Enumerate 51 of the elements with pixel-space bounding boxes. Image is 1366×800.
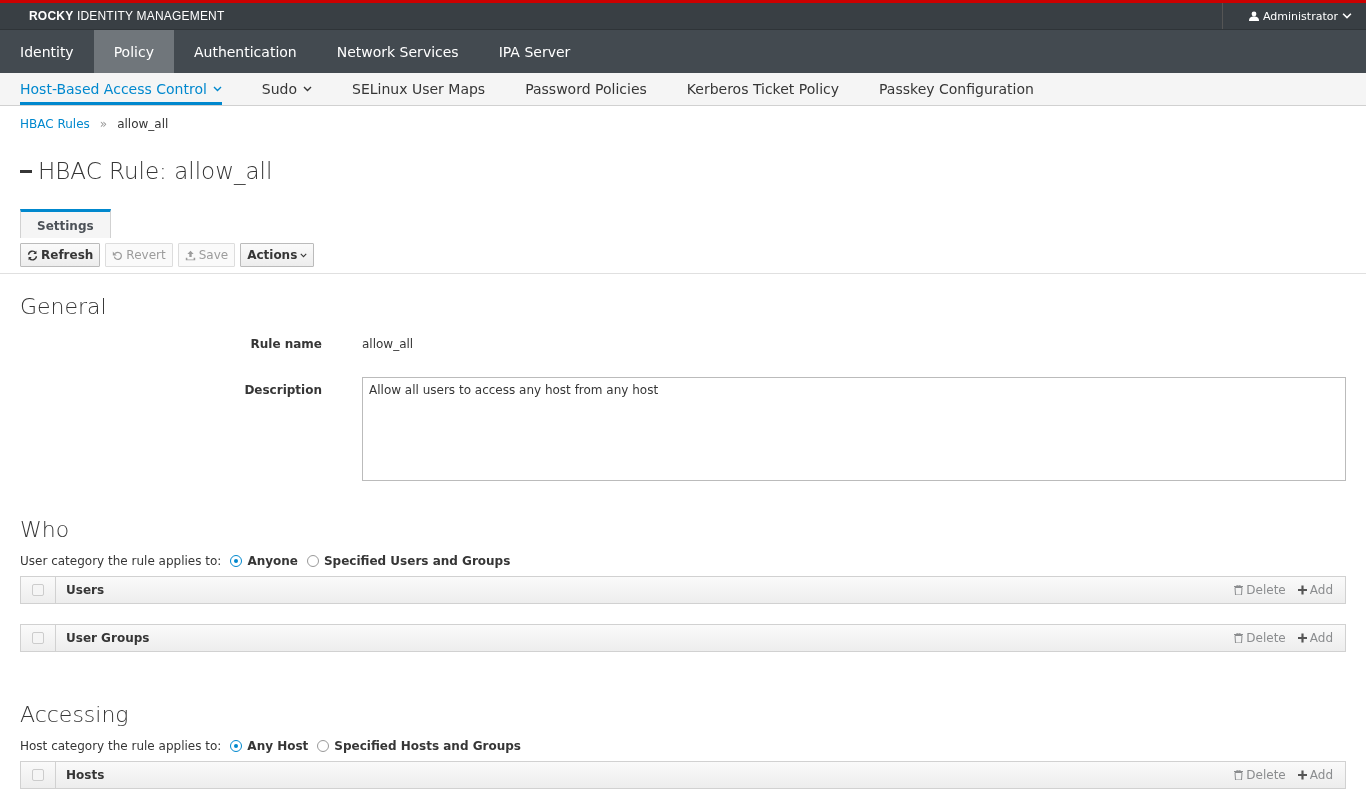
nav-tab[interactable]: IPA Server [478, 30, 591, 73]
nav-tab[interactable]: Authentication [173, 30, 317, 73]
refresh-button[interactable]: Refresh [20, 243, 101, 267]
nav-tab[interactable]: Identity [0, 30, 94, 73]
nav-tab[interactable]: Network Services [316, 30, 479, 73]
table-title: Hosts [66, 768, 106, 782]
brand-logo: ROCKY IDENTITY MANAGEMENT [29, 9, 225, 23]
trash-icon [1234, 770, 1244, 780]
breadcrumb-link[interactable]: HBAC Rules [20, 117, 90, 131]
subnav-tab[interactable]: SELinux User Maps [352, 73, 486, 105]
page-title: HBAC Rule: allow_all [38, 158, 273, 184]
plus-icon [1297, 633, 1307, 643]
plus-icon [1297, 585, 1307, 595]
user-icon [1249, 11, 1259, 21]
category-label: User category the rule applies to: [20, 554, 222, 568]
actions-button[interactable]: Actions [240, 243, 315, 267]
refresh-icon [27, 249, 38, 261]
subnav-tab[interactable]: Kerberos Ticket Policy [686, 73, 840, 105]
trash-icon [1234, 585, 1244, 595]
subnav-tab[interactable]: Sudo [261, 73, 313, 105]
caret-icon [300, 252, 308, 258]
radio-option[interactable]: Any Host [230, 739, 309, 753]
rule-name-value: allow_all [362, 337, 415, 351]
save-icon [184, 249, 196, 261]
section-heading: Who [20, 517, 71, 542]
breadcrumb-current: allow_all [117, 117, 169, 131]
select-all-checkbox[interactable] [32, 769, 44, 781]
subnav-tab[interactable]: Host-Based Access Control [20, 73, 222, 105]
revert-icon [112, 249, 124, 261]
select-all-checkbox[interactable] [32, 584, 44, 596]
collapse-icon[interactable] [20, 169, 32, 173]
table-title: Users [66, 583, 106, 597]
subnav-tab[interactable]: Passkey Configuration [879, 73, 1034, 105]
field-label: Rule name [249, 337, 322, 351]
caret-icon [1342, 11, 1352, 21]
subnav-tab[interactable]: Password Policies [525, 73, 647, 105]
field-label: Description [243, 382, 322, 397]
table-title: User Groups [66, 631, 151, 645]
category-label: Host category the rule applies to: [20, 739, 222, 753]
breadcrumb-separator: » [99, 117, 108, 131]
nav-tab[interactable]: Policy [93, 30, 174, 73]
description-field[interactable]: Allow all users to access any host from any host [362, 377, 1346, 481]
select-all-checkbox[interactable] [32, 632, 44, 644]
settings-tab[interactable]: Settings [20, 209, 111, 238]
radio-option[interactable]: Specified Users and Groups [306, 554, 511, 568]
radio-option[interactable]: Anyone [230, 554, 298, 568]
section-heading: Accessing [20, 702, 130, 727]
trash-icon [1234, 633, 1244, 643]
section-heading: General [20, 294, 108, 319]
plus-icon [1297, 770, 1307, 780]
radio-option[interactable]: Specified Hosts and Groups [317, 739, 521, 753]
